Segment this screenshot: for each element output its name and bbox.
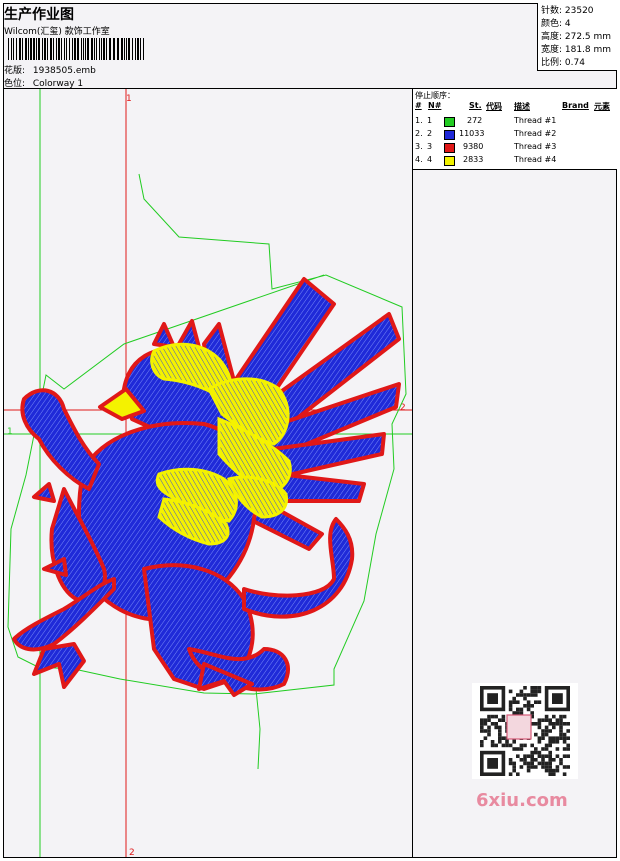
col-no: N# [428,101,442,110]
row-number: 3 [427,142,433,151]
color-swatch [444,130,455,140]
col-brand: Brand [562,101,589,110]
row-number: 2 [427,129,433,138]
row-code: 9380 [463,142,484,151]
page-title: 生产作业图 [4,7,74,23]
color-swatch [444,143,455,153]
row-index: 4. [415,155,423,164]
thread-row: 1. 1 272 Thread #1 [413,115,617,128]
qr-code [472,683,578,779]
travel-path-tail [255,688,261,770]
row-code: 2833 [463,155,484,164]
watermark: 6xiu.com [476,790,568,811]
embroidery-design: 1 2 2 1 [4,89,412,857]
col-desc: 描述 [514,102,530,111]
row-desc: Thread #3 [514,142,557,151]
col-st: St. [469,101,482,110]
color-swatch [444,117,455,127]
row-index: 1. [415,116,423,125]
row-desc: Thread #2 [514,129,557,138]
design-file-row: 花版: 1938505.emb [4,63,96,76]
design-width: 宽度: 181.8 mm [541,45,612,55]
color-swatch [444,156,455,166]
guide-label: 2 [129,848,135,857]
col-hash: # [415,101,422,110]
thread-row: 2. 2 11033 Thread #2 [413,128,617,141]
row-code: 272 [467,116,483,125]
thread-table: 停止顺序： # N# St. 代码 描述 Brand 元素 1. 1 272 T… [413,89,617,170]
thread-row: 3. 3 9380 Thread #3 [413,141,617,154]
col-element: 元素 [594,102,610,111]
guide-label: 1 [7,427,13,437]
stitch-count: 针数: 23520 [541,6,594,16]
barcode [8,38,144,60]
design-file: 1938505.emb [32,66,96,76]
design-height: 高度: 272.5 mm [541,32,612,42]
col-code: 代码 [486,102,502,111]
row-index: 3. [415,142,423,151]
stats-panel: 针数: 23520 颜色: 4 高度: 272.5 mm 宽度: 181.8 m… [537,3,617,71]
row-number: 4 [427,155,433,164]
thread-row: 4. 4 2833 Thread #4 [413,154,617,167]
company-name: Wilcom(汇玺) 款饰工作室 [4,27,110,37]
row-desc: Thread #4 [514,155,557,164]
row-index: 2. [415,129,423,138]
row-code: 11033 [459,129,485,138]
design-scale: 比例: 0.74 [541,58,585,68]
header: 生产作业图 Wilcom(汇玺) 款饰工作室 花版: 1938505.emb 色… [4,4,534,90]
guide-label: 1 [126,94,132,104]
panel-divider [412,88,413,858]
row-desc: Thread #1 [514,116,557,125]
color-count: 颜色: 4 [541,19,571,29]
row-number: 1 [427,116,433,125]
thread-table-title: 停止顺序： [415,91,455,100]
design-label: 花版: [4,66,26,76]
